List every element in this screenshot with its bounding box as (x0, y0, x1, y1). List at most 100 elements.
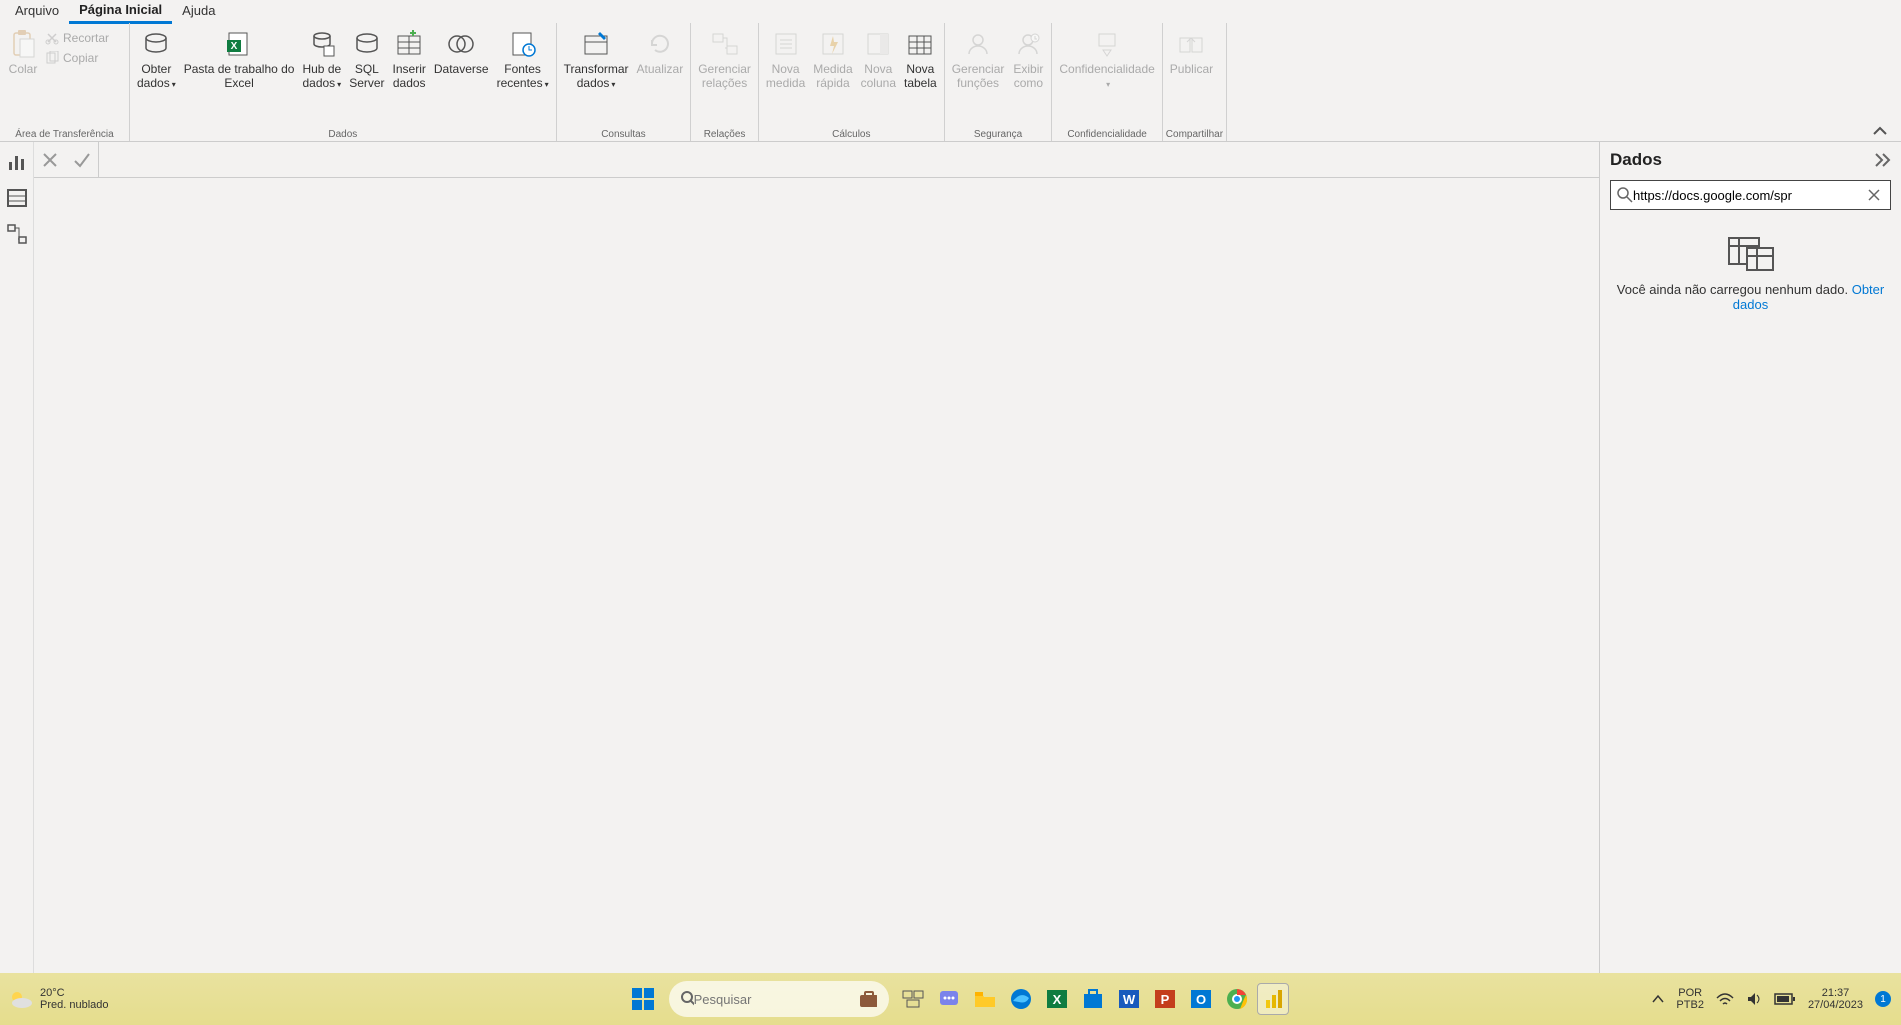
chrome-button[interactable] (1221, 983, 1253, 1015)
medida-rapida-button[interactable]: Medida rápida (809, 25, 856, 91)
formula-input[interactable] (98, 142, 1599, 177)
dataverse-icon (445, 28, 477, 60)
table-icon (7, 188, 27, 208)
nova-medida-button[interactable]: Nova medida (762, 25, 809, 91)
exibir-como-button[interactable]: Exibir como (1008, 25, 1048, 91)
battery-icon[interactable] (1774, 993, 1796, 1005)
gerenciar-relacoes-label: Gerenciar relações (698, 62, 751, 91)
model-icon (7, 224, 27, 244)
svg-text:X: X (231, 41, 238, 52)
start-button[interactable] (623, 979, 663, 1019)
powerpoint-button[interactable]: P (1149, 983, 1181, 1015)
tab-pagina-inicial[interactable]: Página Inicial (69, 0, 172, 24)
taskview-button[interactable] (897, 983, 929, 1015)
quick-measure-icon (817, 28, 849, 60)
explorer-button[interactable] (969, 983, 1001, 1015)
confidencialidade-group-label: Confidencialidade (1055, 127, 1158, 141)
bar-chart-icon (7, 152, 27, 172)
tab-arquivo[interactable]: Arquivo (5, 1, 69, 22)
confidencialidade-btn-label: Confidencialidade▾ (1059, 62, 1154, 91)
clear-search-button[interactable] (1864, 189, 1884, 201)
panel-expand-button[interactable] (1875, 153, 1891, 167)
refresh-icon (644, 28, 676, 60)
atualizar-button[interactable]: Atualizar (633, 25, 688, 76)
inserir-dados-label: Inserir dados (393, 62, 426, 91)
new-column-icon (862, 28, 894, 60)
obter-dados-button[interactable]: Obter dados▾ (133, 25, 180, 91)
dataverse-button[interactable]: Dataverse (430, 25, 493, 76)
chat-button[interactable] (933, 983, 965, 1015)
transform-icon (580, 28, 612, 60)
pasta-excel-button[interactable]: X Pasta de trabalho do Excel (180, 25, 299, 91)
nova-tabela-button[interactable]: Nova tabela (900, 25, 941, 91)
consultas-group-label: Consultas (560, 127, 688, 141)
store-button[interactable] (1077, 983, 1109, 1015)
sql-server-button[interactable]: SQL Server (345, 25, 388, 91)
excel-app-button[interactable]: X (1041, 983, 1073, 1015)
canvas-area[interactable] (34, 178, 1599, 973)
copiar-button[interactable]: Copiar (45, 51, 109, 65)
fontes-recentes-button[interactable]: Fontes recentes▾ (493, 25, 553, 91)
edge-icon (1010, 988, 1032, 1010)
gerenciar-relacoes-button[interactable]: Gerenciar relações (694, 25, 755, 91)
language-indicator[interactable]: POR PTB2 (1676, 987, 1704, 1011)
colar-label: Colar (9, 62, 38, 76)
data-view-button[interactable] (7, 188, 27, 208)
nova-coluna-button[interactable]: Nova coluna (857, 25, 900, 91)
word-button[interactable]: W (1113, 983, 1145, 1015)
cancel-formula-button[interactable] (34, 144, 66, 176)
word-icon: W (1118, 988, 1140, 1010)
transformar-label: Transformar dados▾ (564, 62, 629, 91)
svg-text:X: X (1052, 992, 1061, 1007)
gerenciar-funcoes-label: Gerenciar funções (952, 62, 1005, 91)
check-icon (73, 152, 91, 168)
model-view-button[interactable] (7, 224, 27, 244)
obter-dados-label: Obter dados▾ (137, 62, 176, 91)
copy-icon (45, 51, 59, 65)
chat-icon (938, 988, 960, 1010)
weather-widget[interactable]: 20°C Pred. nublado (0, 987, 109, 1011)
relationships-icon (709, 28, 741, 60)
get-data-icon (140, 28, 172, 60)
recent-sources-icon (507, 28, 539, 60)
colar-button[interactable]: Colar (3, 25, 43, 76)
panel-search-input[interactable] (1633, 188, 1864, 203)
wifi-icon[interactable] (1716, 992, 1734, 1006)
gerenciar-funcoes-button[interactable]: Gerenciar funções (948, 25, 1009, 91)
chevron-up-icon (1873, 126, 1887, 136)
sensitivity-icon (1091, 28, 1123, 60)
hub-dados-label: Hub de dados▾ (302, 62, 341, 91)
hub-dados-button[interactable]: Hub de dados▾ (298, 25, 345, 91)
excel-app-icon: X (1046, 988, 1068, 1010)
powerbi-button[interactable] (1257, 983, 1289, 1015)
inserir-dados-button[interactable]: Inserir dados (389, 25, 430, 91)
volume-icon[interactable] (1746, 991, 1762, 1007)
excel-icon: X (223, 28, 255, 60)
chevron-double-right-icon (1875, 153, 1891, 167)
data-hub-icon (306, 28, 338, 60)
notification-badge[interactable]: 1 (1875, 991, 1891, 1007)
report-view-button[interactable] (7, 152, 27, 172)
taskbar-search[interactable] (669, 981, 889, 1017)
confidencialidade-button[interactable]: Confidencialidade▾ (1055, 25, 1158, 91)
publicar-button[interactable]: Publicar (1166, 25, 1217, 76)
tab-ajuda[interactable]: Ajuda (172, 1, 225, 22)
exibir-como-label: Exibir como (1013, 62, 1043, 91)
measure-icon (770, 28, 802, 60)
commit-formula-button[interactable] (66, 144, 98, 176)
sql-icon (351, 28, 383, 60)
taskbar-search-input[interactable] (694, 992, 855, 1007)
transformar-dados-button[interactable]: Transformar dados▾ (560, 25, 633, 91)
compartilhar-group-label: Compartilhar (1166, 127, 1223, 141)
relacoes-group-label: Relações (694, 127, 755, 141)
taskview-icon (902, 990, 924, 1008)
publish-icon (1175, 28, 1207, 60)
x-icon (42, 152, 58, 168)
clock[interactable]: 21:37 27/04/2023 (1808, 987, 1863, 1011)
recortar-button[interactable]: Recortar (45, 31, 109, 45)
edge-button[interactable] (1005, 983, 1037, 1015)
seguranca-group-label: Segurança (948, 127, 1049, 141)
x-icon (1868, 189, 1880, 201)
tray-chevron-icon[interactable] (1652, 994, 1664, 1004)
outlook-button[interactable]: O (1185, 983, 1217, 1015)
